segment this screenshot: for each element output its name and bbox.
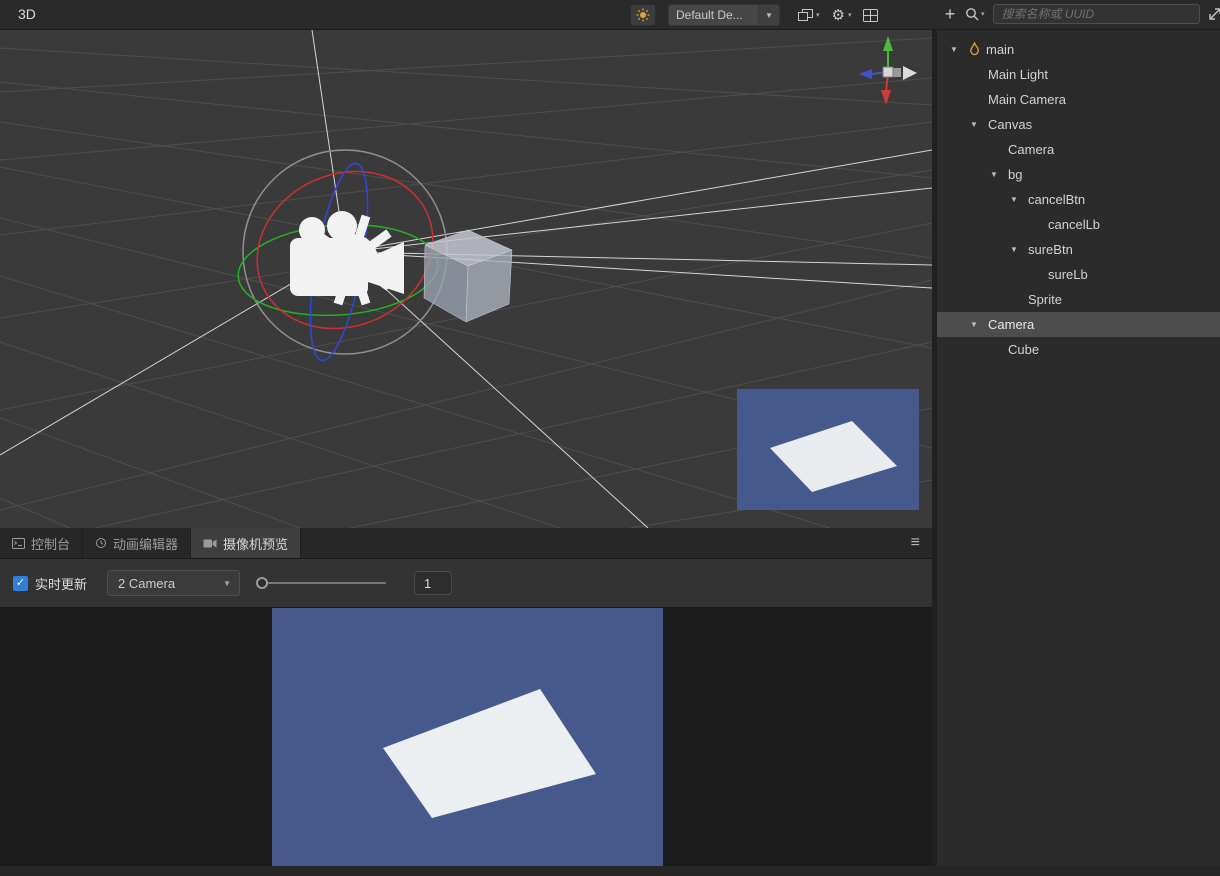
axis-navigation-gizmo[interactable] <box>859 36 917 105</box>
camera-preview-inset <box>737 389 919 510</box>
tree-row[interactable]: Camera <box>937 137 1220 162</box>
tabs: 控制台 动画编辑器 摄像机预览 <box>0 528 302 558</box>
tree-row[interactable]: Main Camera <box>937 87 1220 112</box>
view-mode-label[interactable]: 3D <box>18 6 36 22</box>
scene-dropdown-value: Default De... <box>676 8 743 22</box>
camera-preview-render <box>272 608 663 866</box>
node-label: Sprite <box>1028 292 1062 307</box>
node-label: Camera <box>1008 142 1055 157</box>
layout-grid-icon <box>863 8 879 22</box>
expand-arrow-icon[interactable]: ▼ <box>970 120 988 129</box>
camera-select-value: 2 Camera <box>118 575 176 591</box>
top-toolbar: 3D Default De... ▼ ▾ ⚙ ▾ + ▾ 搜索名称或 UUID <box>0 0 1220 30</box>
expand-arrow-icon[interactable]: ▼ <box>1010 245 1028 254</box>
node-label: sureLb <box>1048 267 1088 282</box>
tree-row[interactable]: sureLb <box>937 262 1220 287</box>
bottom-panel: 控制台 动画编辑器 摄像机预览 ≡ ✓ 实时更新 2 Camera ▼ <box>0 528 932 866</box>
tree-row[interactable]: ▼ Camera <box>937 312 1220 337</box>
tab-animation-editor[interactable]: 动画编辑器 <box>83 528 192 558</box>
tab-label: 摄像机预览 <box>223 536 289 552</box>
tab-label: 控制台 <box>31 536 71 552</box>
expand-arrow-icon[interactable]: ▼ <box>990 170 1008 179</box>
gear-icon: ⚙ <box>831 6 845 24</box>
window-toolbar-group: ▾ ⚙ ▾ <box>798 4 879 26</box>
tree-row[interactable]: ▼ cancelBtn <box>937 187 1220 212</box>
chevron-down-icon: ▼ <box>758 5 779 25</box>
node-label: cancelLb <box>1048 217 1101 232</box>
camera-preview-area <box>0 608 932 866</box>
expand-panel-icon[interactable] <box>1208 7 1220 21</box>
node-label: Camera <box>988 317 1035 332</box>
preview-scale-input[interactable] <box>414 571 453 595</box>
light-gizmo-button[interactable] <box>630 4 656 26</box>
layout-cascade-button[interactable]: ▾ <box>798 4 820 26</box>
tree-row[interactable]: Main Light <box>937 62 1220 87</box>
scene-dropdown[interactable]: Default De... ▼ <box>668 4 780 26</box>
editor-window: 3D Default De... ▼ ▾ ⚙ ▾ + ▾ 搜索名称或 UUID … <box>0 0 1220 876</box>
sun-icon <box>636 8 650 22</box>
tree-row[interactable]: cancelLb <box>937 212 1220 237</box>
chevron-down-icon: ▾ <box>847 12 852 19</box>
expand-arrow-icon[interactable]: ▼ <box>950 45 968 54</box>
scene-viewport[interactable] <box>0 30 932 528</box>
scene-toolbar-group: Default De... ▼ <box>630 4 780 26</box>
panel-menu-icon[interactable]: ≡ <box>911 528 920 558</box>
node-label: bg <box>1008 167 1023 182</box>
expand-arrow-icon[interactable]: ▼ <box>1010 195 1028 204</box>
slider-knob[interactable] <box>256 577 269 589</box>
tab-camera-preview[interactable]: 摄像机预览 <box>191 528 302 558</box>
plane-object <box>383 689 596 818</box>
node-label: Canvas <box>988 117 1033 132</box>
search-icon <box>966 8 979 21</box>
layout-grid-button[interactable] <box>863 4 879 26</box>
window-bottom-edge <box>0 866 1220 876</box>
tree-row[interactable]: ▼ sureBtn <box>937 237 1220 262</box>
animation-editor-icon <box>95 537 107 549</box>
add-node-button[interactable]: + <box>943 4 957 24</box>
hierarchy-toolbar-group: + ▾ <box>943 4 1220 24</box>
tree-row[interactable]: Sprite <box>937 287 1220 312</box>
node-label: cancelBtn <box>1028 192 1086 207</box>
chevron-down-icon: ▾ <box>981 11 985 18</box>
layout-cascade-icon <box>798 8 813 21</box>
bottom-tabs-bar: 控制台 动画编辑器 摄像机预览 ≡ <box>0 528 932 559</box>
realtime-update-checkbox[interactable]: ✓ <box>13 575 28 591</box>
hierarchy-tree: ▼ main Main Light Main Camera ▼ Canvas Camera ▼… <box>937 30 1220 362</box>
camera-preview-controls: ✓ 实时更新 2 Camera ▼ <box>0 559 932 608</box>
tree-row[interactable]: ▼ bg <box>937 162 1220 187</box>
flame-icon <box>968 40 986 57</box>
tree-row[interactable]: ▼ Canvas <box>937 112 1220 137</box>
settings-gear-button[interactable]: ⚙ ▾ <box>832 4 852 26</box>
check-icon: ✓ <box>15 576 26 589</box>
tree-row[interactable]: ▼ main <box>937 37 1220 62</box>
search-input[interactable] <box>992 4 1200 24</box>
console-icon <box>12 537 25 549</box>
node-label: Main Camera <box>988 92 1067 107</box>
realtime-update-label: 实时更新 <box>35 576 88 592</box>
preview-scale-slider[interactable] <box>256 576 387 590</box>
slider-track <box>256 582 387 584</box>
cube-object[interactable] <box>423 229 513 323</box>
search-filter-button[interactable]: ▾ <box>965 7 985 21</box>
camera-select-dropdown[interactable]: 2 Camera ▼ <box>107 570 241 596</box>
tab-label: 动画编辑器 <box>113 536 179 552</box>
node-label: Main Light <box>988 67 1048 82</box>
tab-console[interactable]: 控制台 <box>0 528 84 558</box>
expand-arrow-icon[interactable]: ▼ <box>970 320 988 329</box>
camera-preview-icon <box>203 538 217 549</box>
hierarchy-panel: ▼ main Main Light Main Camera ▼ Canvas Camera ▼… <box>937 30 1220 866</box>
node-label: main <box>986 42 1015 57</box>
tree-row[interactable]: Cube <box>937 337 1220 362</box>
chevron-down-icon: ▾ <box>816 12 820 19</box>
chevron-down-icon: ▼ <box>223 578 232 588</box>
node-label: sureBtn <box>1028 242 1073 257</box>
node-label: Cube <box>1008 342 1040 357</box>
